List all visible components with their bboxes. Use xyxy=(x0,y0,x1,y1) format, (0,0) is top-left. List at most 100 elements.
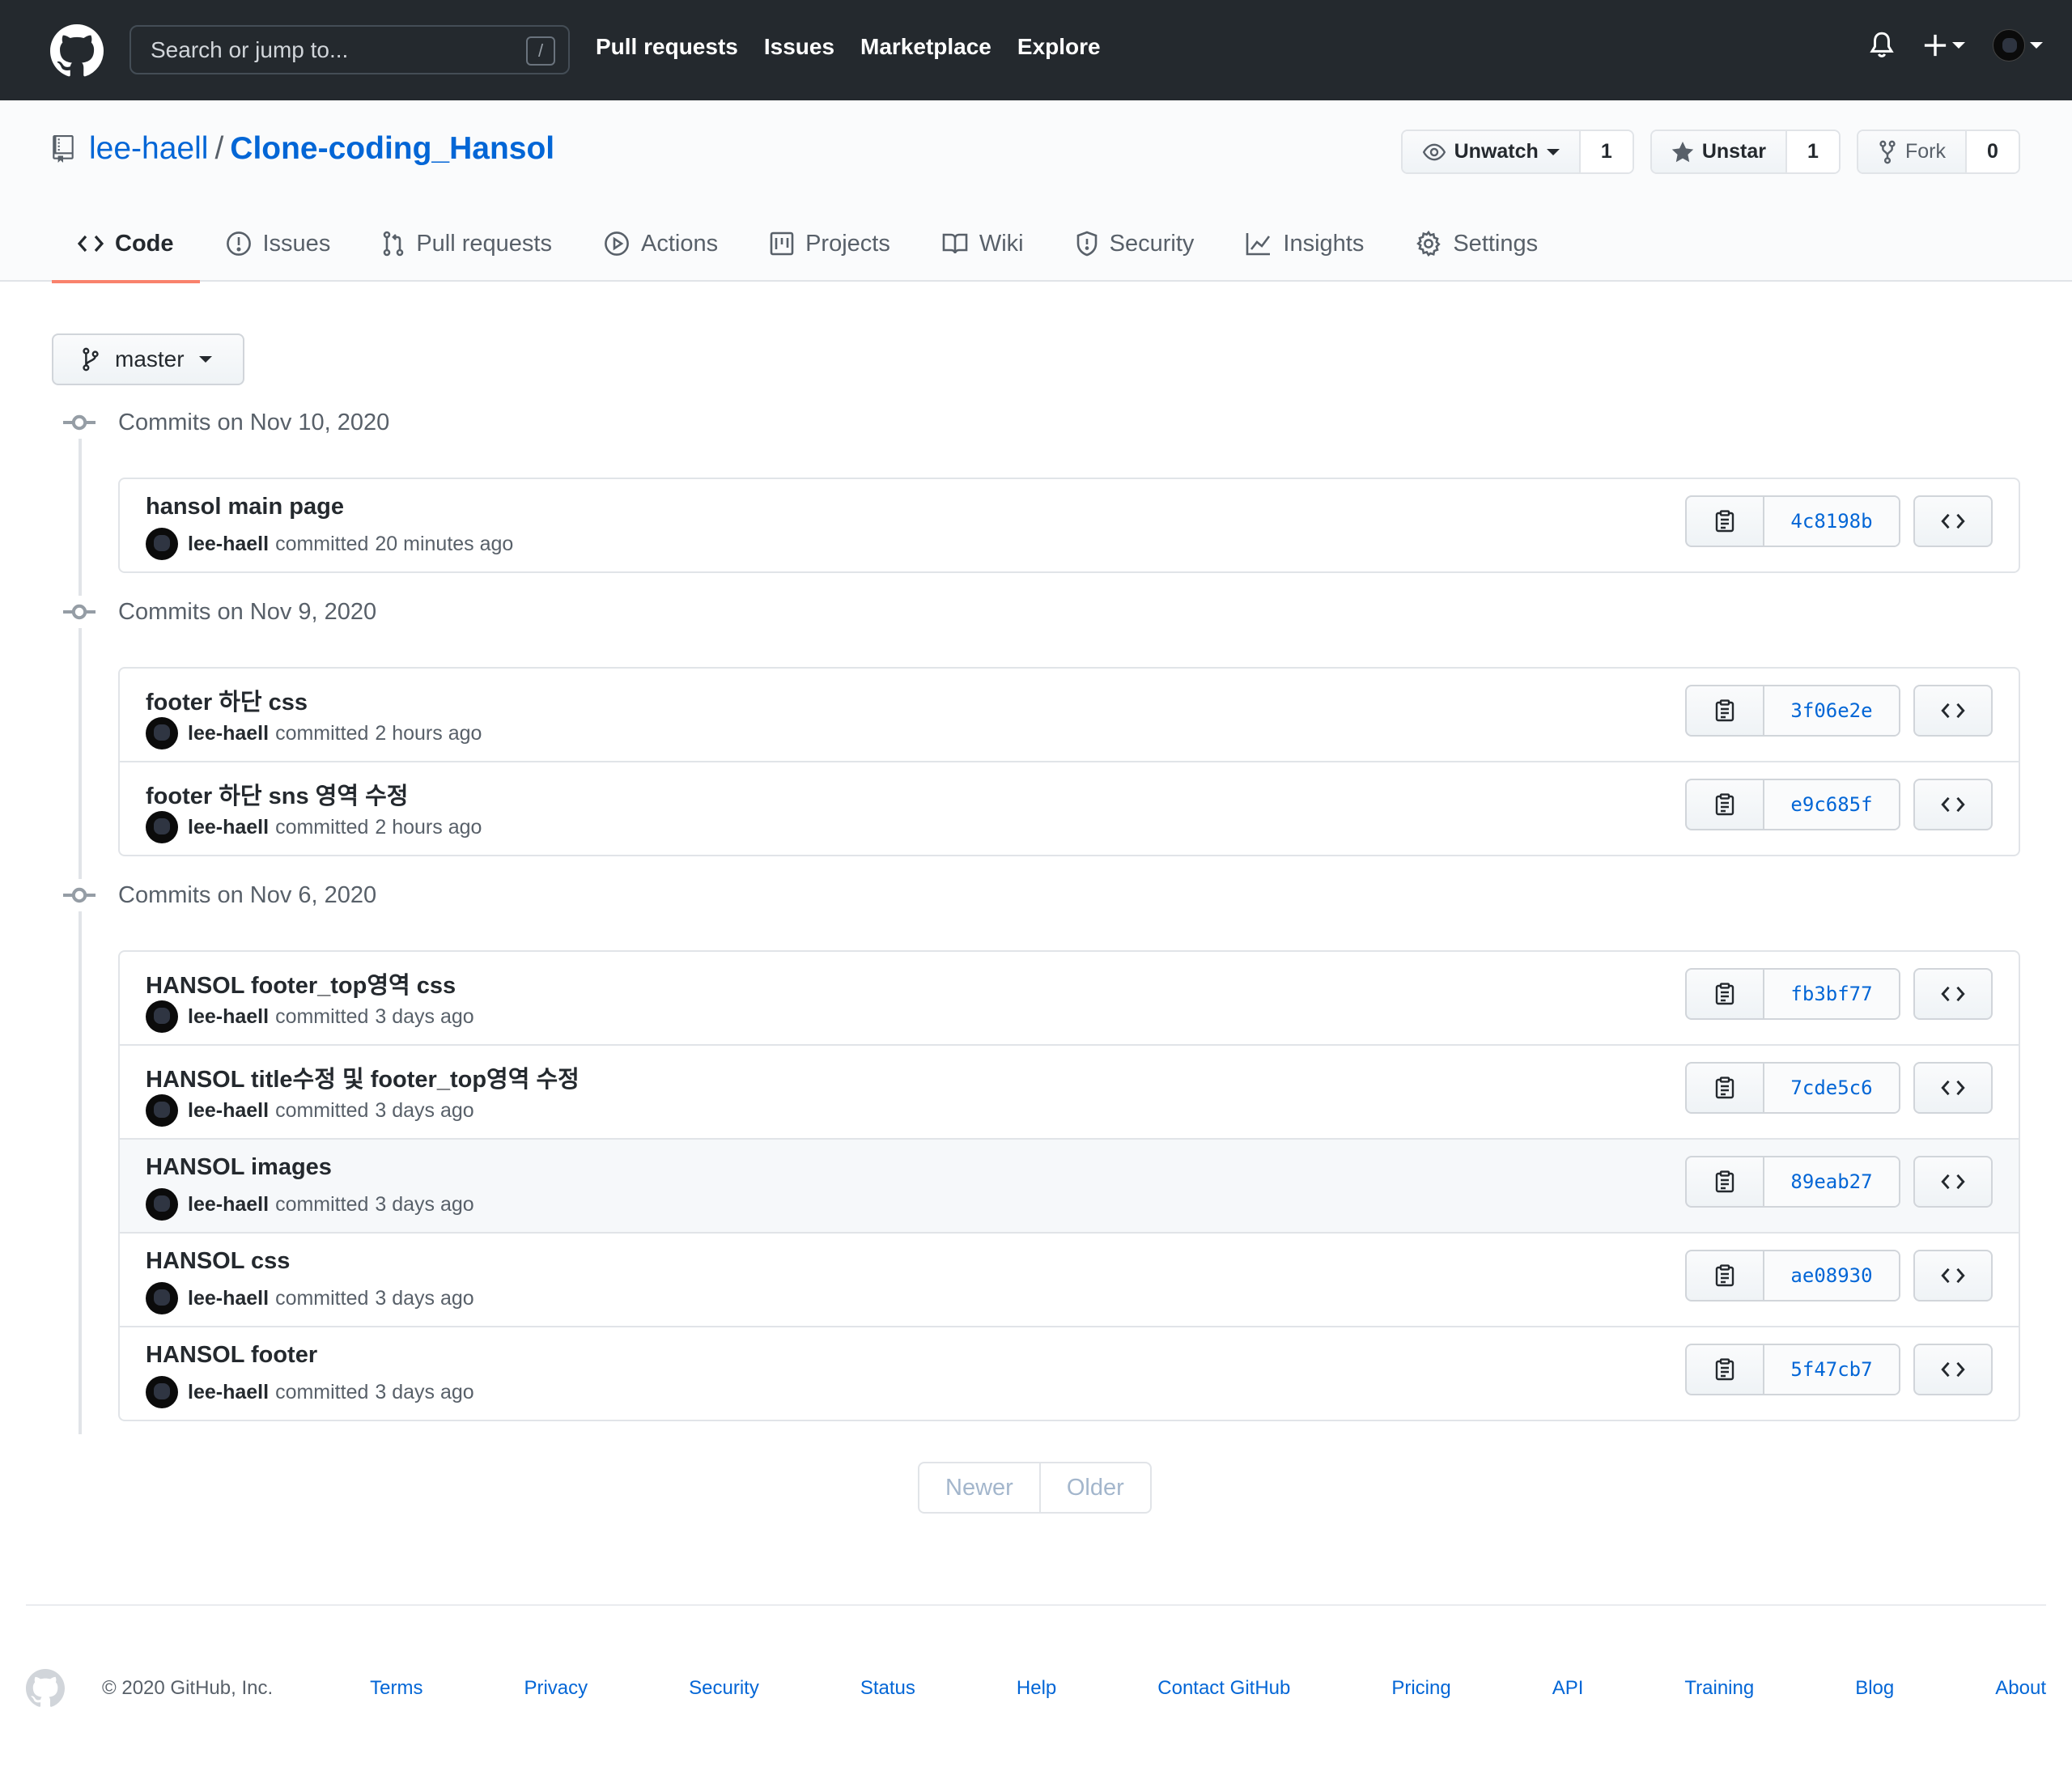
branch-select-button[interactable]: master xyxy=(52,333,244,385)
commit-sha-link[interactable]: 3f06e2e xyxy=(1764,686,1899,735)
repo-owner-link[interactable]: lee-haell xyxy=(89,131,208,167)
fork-count[interactable]: 0 xyxy=(1967,131,2019,172)
avatar[interactable] xyxy=(146,1282,178,1314)
footer-link-status[interactable]: Status xyxy=(860,1677,915,1700)
github-logo-icon[interactable] xyxy=(50,24,104,78)
code-icon xyxy=(78,235,104,253)
bell-icon[interactable] xyxy=(1868,31,1896,60)
search-box[interactable]: / xyxy=(130,25,570,74)
avatar[interactable] xyxy=(146,811,178,843)
footer-link-api[interactable]: API xyxy=(1552,1677,1584,1700)
commit-message-link[interactable]: HANSOL footer xyxy=(146,1342,317,1369)
nav-marketplace[interactable]: Marketplace xyxy=(860,34,991,60)
global-nav: Pull requests Issues Marketplace Explore xyxy=(596,34,1101,60)
commit-author-link[interactable]: lee-haell xyxy=(188,1099,269,1123)
clippy-icon xyxy=(1715,510,1734,533)
repo-name-link[interactable]: Clone-coding_Hansol xyxy=(230,131,554,167)
commit-author-link[interactable]: lee-haell xyxy=(188,533,269,556)
tab-code[interactable]: Code xyxy=(52,206,200,283)
commit-sha-link[interactable]: 5f47cb7 xyxy=(1764,1345,1899,1394)
commit-sha-link[interactable]: e9c685f xyxy=(1764,780,1899,829)
commit-sha-link[interactable]: fb3bf77 xyxy=(1764,970,1899,1018)
commit-sha-link[interactable]: 7cde5c6 xyxy=(1764,1064,1899,1112)
commit-message-link[interactable]: footer 하단 sns 영역 수정 xyxy=(146,777,408,811)
older-button[interactable]: Older xyxy=(1041,1463,1150,1512)
avatar[interactable] xyxy=(146,1094,178,1127)
commit-message-link[interactable]: hansol main page xyxy=(146,494,344,520)
sha-button-group: 3f06e2e xyxy=(1685,685,1900,737)
copy-sha-button[interactable] xyxy=(1687,1157,1764,1206)
browse-files-button[interactable] xyxy=(1913,1250,1993,1302)
copy-sha-button[interactable] xyxy=(1687,970,1764,1018)
star-count[interactable]: 1 xyxy=(1787,131,1839,172)
tab-actions[interactable]: Actions xyxy=(578,206,744,282)
browse-files-button[interactable] xyxy=(1913,1156,1993,1208)
tab-wiki[interactable]: Wiki xyxy=(916,206,1050,282)
copy-sha-button[interactable] xyxy=(1687,1345,1764,1394)
copy-sha-button[interactable] xyxy=(1687,497,1764,546)
tab-pull-requests[interactable]: Pull requests xyxy=(356,206,578,282)
footer-link-training[interactable]: Training xyxy=(1684,1677,1754,1700)
watch-count[interactable]: 1 xyxy=(1580,131,1633,172)
commit-author-link[interactable]: lee-haell xyxy=(188,1005,269,1029)
nav-explore[interactable]: Explore xyxy=(1017,34,1101,60)
commit-message-link[interactable]: footer 하단 css xyxy=(146,683,308,717)
browse-files-button[interactable] xyxy=(1913,1062,1993,1114)
user-menu-button[interactable] xyxy=(1993,29,2043,62)
avatar[interactable] xyxy=(146,717,178,749)
play-icon xyxy=(605,231,629,256)
browse-files-button[interactable] xyxy=(1913,1344,1993,1395)
footer-link-security[interactable]: Security xyxy=(689,1677,759,1700)
browse-files-button[interactable] xyxy=(1913,685,1993,737)
avatar[interactable] xyxy=(146,1376,178,1408)
browse-files-button[interactable] xyxy=(1913,495,1993,547)
commit-author-link[interactable]: lee-haell xyxy=(188,816,269,839)
create-new-button[interactable] xyxy=(1923,33,1965,57)
copy-sha-button[interactable] xyxy=(1687,686,1764,735)
commit-actions: e9c685f xyxy=(1685,779,1993,830)
copy-sha-button[interactable] xyxy=(1687,1251,1764,1300)
avatar[interactable] xyxy=(146,528,178,560)
footer-link-about[interactable]: About xyxy=(1995,1677,2046,1700)
fork-button[interactable]: Fork xyxy=(1858,131,1967,172)
newer-button[interactable]: Newer xyxy=(919,1463,1041,1512)
avatar[interactable] xyxy=(146,1000,178,1033)
commit-author-link[interactable]: lee-haell xyxy=(188,1193,269,1217)
tab-insights[interactable]: Insights xyxy=(1220,206,1390,282)
copy-sha-button[interactable] xyxy=(1687,780,1764,829)
footer-link-privacy[interactable]: Privacy xyxy=(524,1677,588,1700)
footer-link-terms[interactable]: Terms xyxy=(370,1677,422,1700)
browse-files-button[interactable] xyxy=(1913,779,1993,830)
search-input[interactable] xyxy=(151,35,499,66)
commit-author-link[interactable]: lee-haell xyxy=(188,1287,269,1310)
github-mark-icon[interactable] xyxy=(26,1669,65,1708)
browse-files-button[interactable] xyxy=(1913,968,1993,1020)
commit-message-link[interactable]: HANSOL css xyxy=(146,1248,290,1275)
commit-message-link[interactable]: HANSOL footer_top영역 css xyxy=(146,966,456,1000)
commit-sha-link[interactable]: 89eab27 xyxy=(1764,1157,1899,1206)
tab-issues[interactable]: Issues xyxy=(200,206,357,282)
commit-author-link[interactable]: lee-haell xyxy=(188,722,269,745)
footer-link-contact[interactable]: Contact GitHub xyxy=(1157,1677,1290,1700)
copy-sha-button[interactable] xyxy=(1687,1064,1764,1112)
commit-group-title: Commits on Nov 6, 2020 xyxy=(63,879,376,911)
nav-issues[interactable]: Issues xyxy=(764,34,834,60)
commit-author-link[interactable]: lee-haell xyxy=(188,1381,269,1404)
sha-button-group: fb3bf77 xyxy=(1685,968,1900,1020)
tab-settings[interactable]: Settings xyxy=(1390,206,1564,282)
tab-projects[interactable]: Projects xyxy=(744,206,916,282)
git-pull-request-icon xyxy=(384,231,404,257)
nav-pull-requests[interactable]: Pull requests xyxy=(596,34,738,60)
footer-link-help[interactable]: Help xyxy=(1017,1677,1056,1700)
unstar-button[interactable]: Unstar xyxy=(1651,131,1787,172)
commit-message-link[interactable]: HANSOL title수정 및 footer_top영역 수정 xyxy=(146,1060,580,1094)
commit-message-link[interactable]: HANSOL images xyxy=(146,1154,332,1181)
footer-link-pricing[interactable]: Pricing xyxy=(1391,1677,1450,1700)
commit-sha-link[interactable]: ae08930 xyxy=(1764,1251,1899,1300)
commit-row: HANSOL images lee-haell committed 3 days ag… xyxy=(120,1138,2019,1232)
commit-sha-link[interactable]: 4c8198b xyxy=(1764,497,1899,546)
unwatch-button[interactable]: Unwatch xyxy=(1402,131,1581,172)
tab-security[interactable]: Security xyxy=(1050,206,1221,282)
avatar[interactable] xyxy=(146,1188,178,1221)
footer-link-blog[interactable]: Blog xyxy=(1855,1677,1894,1700)
